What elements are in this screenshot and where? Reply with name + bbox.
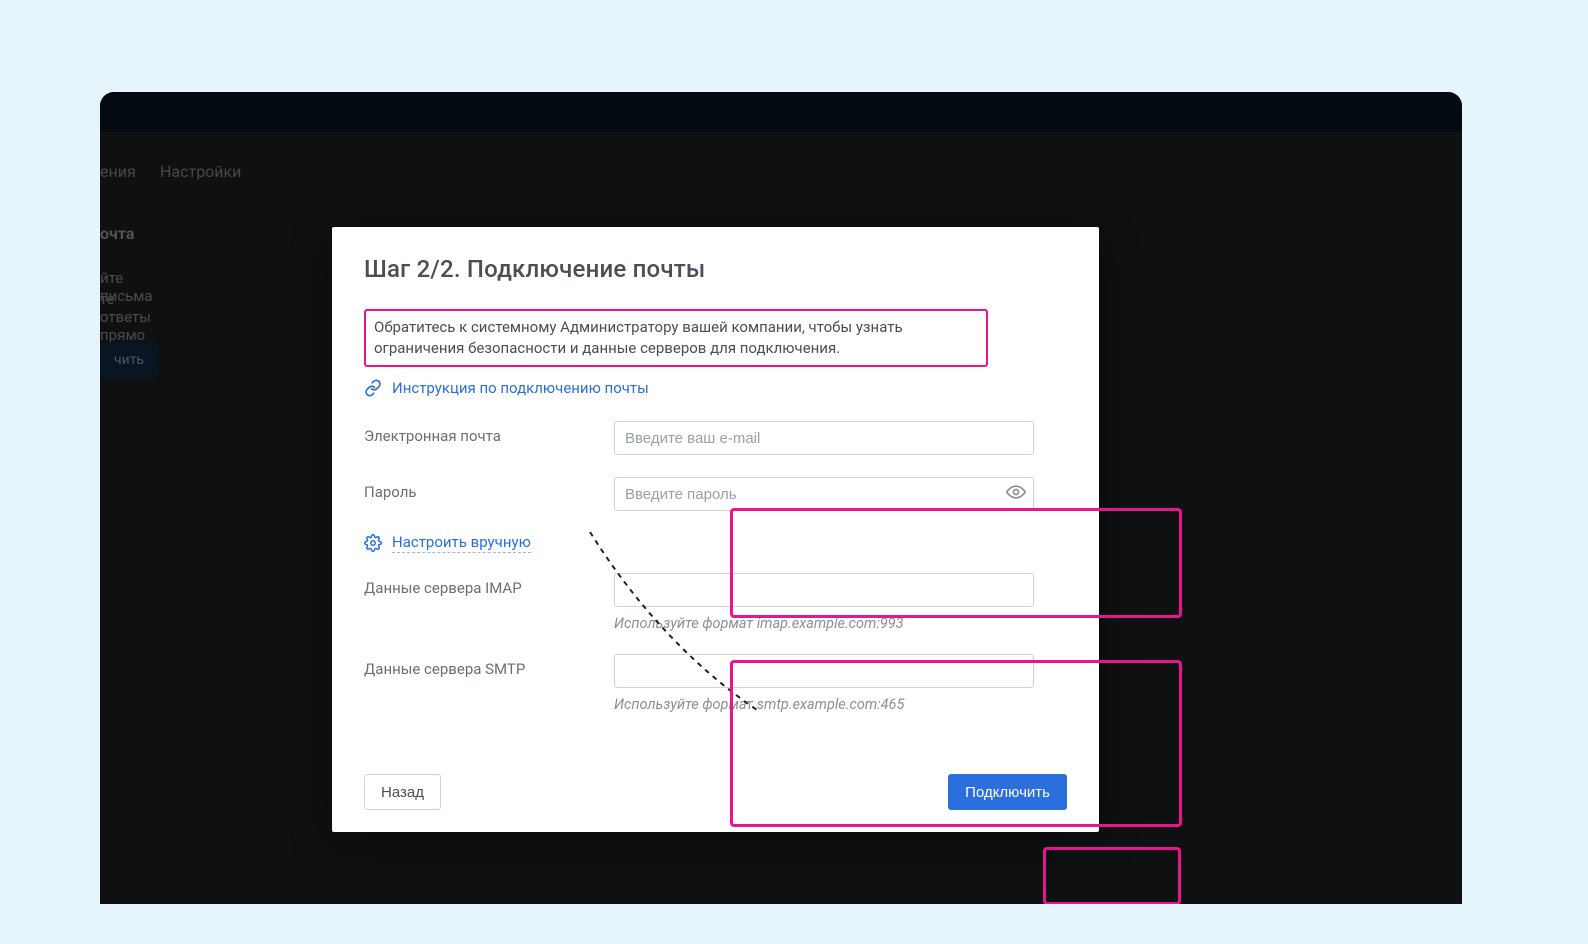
instruction-link-row[interactable]: Инструкция по подключению почты [364,379,1067,397]
modal-footer: Назад Подключить [364,774,1067,810]
email-connect-modal: Шаг 2/2. Подключение почты Обратитесь к … [332,227,1099,832]
modal-title: Шаг 2/2. Подключение почты [364,255,1067,283]
app-window: ения Настройки очта йте письма те ответы… [100,92,1462,904]
password-input[interactable] [614,477,1034,511]
imap-label: Данные сервера IMAP [364,573,594,597]
connect-form: Электронная почта Пароль [364,421,1067,713]
eye-icon[interactable] [1006,482,1026,506]
manual-config-row[interactable]: Настроить вручную [364,533,1067,553]
smtp-label: Данные сервера SMTP [364,654,594,678]
back-button[interactable]: Назад [364,774,441,810]
manual-config-link[interactable]: Настроить вручную [392,533,531,553]
admin-info-note: Обратитесь к системному Администратору в… [364,309,988,367]
submit-button[interactable]: Подключить [948,774,1067,810]
email-input[interactable] [614,421,1034,455]
link-icon [364,379,382,397]
instruction-link[interactable]: Инструкция по подключению почты [392,379,649,397]
smtp-input[interactable] [614,654,1034,688]
smtp-hint: Используйте формат smtp.example.com:465 [614,696,1067,713]
email-label: Электронная почта [364,421,594,445]
gear-icon [364,534,382,552]
password-label: Пароль [364,477,594,501]
imap-input[interactable] [614,573,1034,607]
imap-hint: Используйте формат imap.example.com:993 [614,615,1067,632]
